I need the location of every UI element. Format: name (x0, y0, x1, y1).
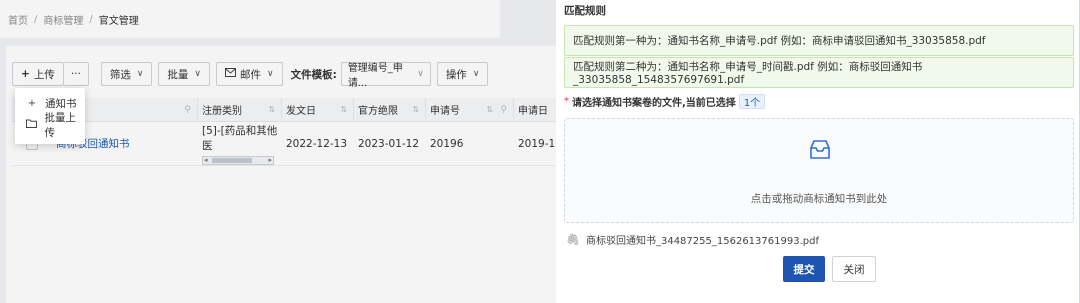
header-app-no[interactable]: 申请号 ⇅ ⚲ (426, 98, 514, 121)
breadcrumb-separator: / (89, 13, 93, 25)
caret-down-icon: ∨ (472, 69, 480, 79)
mail-icon (225, 68, 237, 80)
header-category[interactable]: 注册类别 ⇅ (198, 98, 282, 121)
header-app-date[interactable]: 申请日 (514, 98, 556, 121)
cell-deadline: 2023-01-12 (358, 137, 420, 150)
submit-button[interactable]: 提交 (783, 256, 825, 282)
filter-button[interactable]: 筛选 ∨ (100, 62, 153, 86)
header-deadline[interactable]: 官方绝限 ⇅ (354, 98, 426, 121)
background-page: 首页 / 商标管理 / 官文管理 + 上传 ··· 筛选 ∨ 批量 ∨ 邮件 ∨… (0, 0, 556, 303)
selected-file[interactable]: 🖇 商标驳回通知书_34487255_1562613761993.pdf (566, 232, 819, 247)
caret-down-icon: ∨ (136, 69, 144, 79)
sort-icon: ⇅ (268, 105, 275, 114)
rule-one-alert: 匹配规则第一种为：通知书名称_申请号.pdf 例如：商标申请驳回通知书_3303… (564, 25, 1074, 56)
breadcrumb-current: 官文管理 (98, 15, 139, 27)
more-button[interactable]: ··· (63, 62, 89, 86)
plus-icon: + (21, 68, 30, 80)
required-marker: * (564, 96, 569, 107)
template-select[interactable]: 管理编号_申请... ∨ (340, 62, 431, 89)
breadcrumb-trademark[interactable]: 商标管理 (43, 12, 83, 27)
upload-dropdown-menu: + 通知书 批量上传 (15, 88, 85, 144)
plus-icon: + (27, 97, 37, 109)
template-label: 文件模板: (290, 68, 337, 81)
drawer-actions: 提交 关闭 (783, 256, 876, 282)
breadcrumb: 首页 / 商标管理 / 官文管理 (0, 0, 556, 38)
content-panel: + 上传 ··· 筛选 ∨ 批量 ∨ 邮件 ∨ 文件模板: 管理编号_申请...… (6, 46, 556, 303)
sort-icon: ⇅ (340, 105, 347, 114)
sort-icon: ⇅ (486, 105, 493, 114)
breadcrumb-home[interactable]: 首页 (8, 12, 28, 27)
paperclip-icon: 🖇 (566, 233, 580, 246)
sort-icon: ⇅ (412, 105, 419, 114)
cell-app-no: 20196 (430, 137, 464, 150)
table-row[interactable]: 商标驳回通知书 [5]-[药品和其他医 ◂ ▸ 2022-12-13 2023-0… (12, 122, 556, 166)
cell-issue-date: 2022-12-13 (286, 137, 348, 150)
upload-hint: 点击或拖动商标通知书到此处 (750, 193, 888, 205)
search-icon[interactable]: ⚲ (184, 105, 191, 115)
search-icon[interactable]: ⚲ (500, 105, 507, 115)
drawer-title: 匹配规则 (564, 5, 606, 17)
table-header: ⚲ 注册类别 ⇅ 发文日 ⇅ 官方绝限 ⇅ 申请号 ⇅ ⚲ 申请日 (12, 98, 556, 122)
caret-down-icon: ∨ (267, 69, 274, 79)
caret-down-icon: ∨ (417, 69, 424, 79)
batch-button[interactable]: 批量 ∨ (158, 62, 211, 86)
caret-down-icon: ∨ (194, 69, 202, 79)
mail-button[interactable]: 邮件 ∨ (216, 62, 283, 86)
upload-button[interactable]: + 上传 (12, 62, 64, 86)
upload-drawer: 匹配规则 匹配规则第一种为：通知书名称_申请号.pdf 例如：商标申请驳回通知书… (556, 0, 1080, 303)
upload-dropzone[interactable]: 点击或拖动商标通知书到此处 (564, 118, 1074, 223)
cell-app-date: 2019-10- (518, 137, 556, 150)
breadcrumb-separator: / (34, 13, 38, 25)
menu-item-batch-upload[interactable]: 批量上传 (15, 112, 85, 139)
close-button[interactable]: 关闭 (832, 256, 876, 282)
file-name: 商标驳回通知书_34487255_1562613761993.pdf (585, 236, 819, 247)
inbox-icon (807, 137, 833, 163)
selection-status: * 请选择通知书案卷的文件,当前已选择 1个 (564, 94, 766, 109)
selected-count-badge: 1个 (738, 94, 766, 109)
cell-category: [5]-[药品和其他医 ◂ ▸ (202, 124, 278, 165)
toolbar: + 上传 ··· 筛选 ∨ 批量 ∨ 邮件 ∨ 文件模板: 管理编号_申请...… (12, 62, 494, 89)
folder-icon (25, 119, 39, 131)
rule-two-alert: 匹配规则第二种为：通知书名称_申请号_时间戳.pdf 例如：商标驳回通知书_33… (564, 57, 1074, 88)
header-issue-date[interactable]: 发文日 ⇅ (282, 98, 354, 121)
operate-button[interactable]: 操作 ∨ (436, 62, 489, 86)
document-table: ⚲ 注册类别 ⇅ 发文日 ⇅ 官方绝限 ⇅ 申请号 ⇅ ⚲ 申请日 商标驳回通知… (12, 98, 556, 166)
cell-scrollbar[interactable]: ◂ ▸ (202, 155, 274, 165)
upload-button-group: + 上传 ··· (12, 62, 89, 86)
